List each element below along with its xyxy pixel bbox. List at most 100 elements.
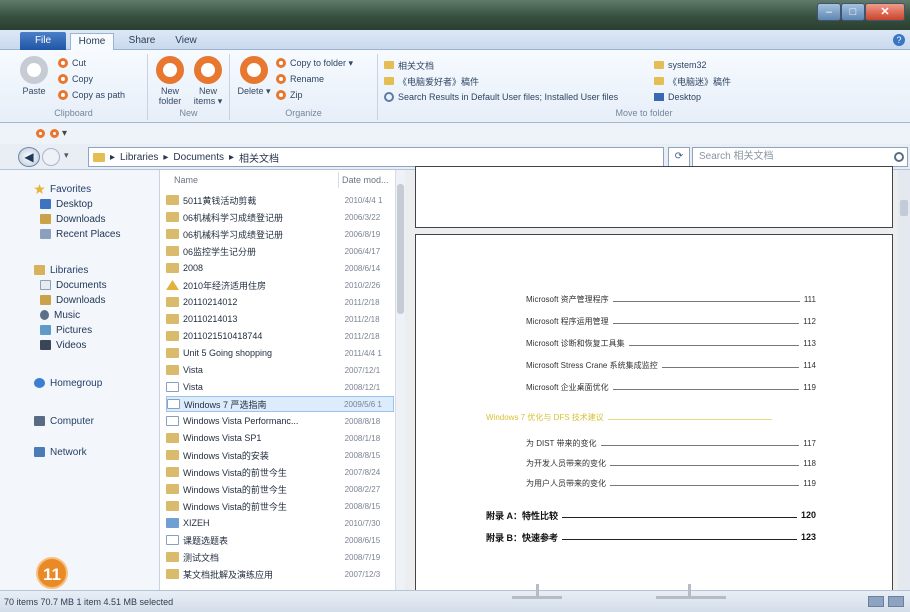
breadcrumb-documents[interactable]: Documents (173, 152, 224, 163)
close-button[interactable]: ✕ (865, 3, 905, 21)
tab-share[interactable]: Share (122, 33, 162, 51)
file-list-row[interactable]: Windows Vista Performanc... 2008/8/18 (166, 413, 394, 429)
move-target-2[interactable]: 《电脑爱好者》稿件 (384, 74, 479, 88)
toc-page-number: 123 (800, 532, 816, 542)
file-list-row[interactable]: Vista 2008/12/1 (166, 379, 394, 395)
nav-label: Downloads (56, 213, 106, 225)
copy-label: Copy (72, 74, 94, 84)
file-tab[interactable]: File (20, 32, 66, 50)
file-list-row[interactable]: 课题选题表 2008/6/15 (166, 532, 394, 548)
file-list-row[interactable]: 测试文档 2008/7/19 (166, 549, 394, 565)
move-target-3[interactable]: Search Results in Default User files; In… (384, 90, 618, 104)
move-target-1[interactable]: 相关文档 (384, 58, 434, 72)
document-icon (167, 399, 180, 409)
toc-entry-title: Windows 7 优化与 DFS 技术建议 (486, 412, 604, 422)
overlay-mark (688, 584, 691, 596)
file-list-row[interactable]: 2008 2008/6/14 (166, 260, 394, 276)
large-icons-view-icon[interactable] (888, 596, 904, 607)
move-target-6[interactable]: Desktop (654, 90, 701, 104)
preview-scrollbar[interactable] (898, 170, 910, 590)
copy-button[interactable]: Copy (58, 72, 93, 86)
move-target-5[interactable]: 《电脑迷》稿件 (654, 74, 731, 88)
nav-lib-downloads[interactable]: Downloads (40, 293, 105, 307)
recent-locations-icon[interactable]: ▾ (64, 150, 69, 161)
move-target-label: Desktop (668, 92, 702, 102)
file-list-row[interactable]: Windows 7 严选指南 2009/5/6 1 (166, 396, 394, 412)
nav-videos[interactable]: Videos (40, 338, 86, 352)
file-list-row[interactable]: Vista 2007/12/1 (166, 362, 394, 378)
file-list-row[interactable]: 某文档批解及演练应用 2007/12/3 (166, 566, 394, 582)
minimize-button[interactable]: – (817, 3, 841, 21)
zip-button[interactable]: Zip (276, 88, 303, 102)
cut-button[interactable]: Cut (58, 56, 86, 70)
help-icon[interactable]: ? (893, 34, 905, 46)
breadcrumb-libraries[interactable]: Libraries (120, 152, 158, 163)
refresh-button[interactable]: ⟳ (668, 147, 690, 167)
move-target-4[interactable]: system32 (654, 58, 707, 72)
nav-label: Pictures (56, 324, 93, 336)
file-list-row[interactable]: 5011黄钱活动剪裁 2010/4/4 1 (166, 192, 394, 208)
delete-button[interactable]: Delete ▾ (234, 56, 274, 104)
column-header-date[interactable]: Date mod... (342, 172, 389, 188)
nav-homegroup[interactable]: Homegroup (34, 376, 102, 390)
search-input[interactable]: Search 相关文档 (692, 147, 908, 167)
details-view-icon[interactable] (868, 596, 884, 607)
file-list-row[interactable]: Windows Vista的前世今生 2008/2/27 (166, 481, 394, 497)
new-items-button[interactable]: New items ▾ (188, 56, 228, 106)
forward-button[interactable] (42, 148, 60, 166)
file-list-row[interactable]: Windows Vista SP1 2008/1/18 (166, 430, 394, 446)
file-list-row[interactable]: Windows Vista的安装 2008/8/15 (166, 447, 394, 463)
nav-network[interactable]: Network (34, 445, 87, 459)
homegroup-icon (34, 378, 45, 388)
file-date: 2006/3/22 (344, 212, 381, 222)
nav-libraries[interactable]: Libraries (34, 263, 88, 277)
folder-icon (384, 61, 394, 69)
tab-view[interactable]: View (168, 33, 204, 51)
scrollbar-thumb[interactable] (397, 184, 404, 314)
paste-button[interactable]: Paste (14, 56, 54, 104)
file-list-row[interactable]: Windows Vista的前世今生 2007/8/24 (166, 464, 394, 480)
nav-documents[interactable]: Documents (40, 278, 107, 292)
scrollbar-thumb[interactable] (900, 200, 908, 216)
file-list-row[interactable]: 2011021510418744 2011/2/18 (166, 328, 394, 344)
folder-icon (166, 297, 179, 307)
nav-downloads[interactable]: Downloads (40, 212, 105, 226)
column-divider[interactable] (338, 172, 339, 188)
file-list-row[interactable]: Unit 5 Going shopping 2011/4/4 1 (166, 345, 394, 361)
maximize-button[interactable]: □ (841, 3, 865, 21)
search-icon[interactable] (894, 152, 904, 162)
nav-computer[interactable]: Computer (34, 414, 94, 428)
back-button[interactable]: ◀ (18, 147, 40, 167)
copy-as-path-button[interactable]: Copy as path (58, 88, 125, 102)
file-list-row[interactable]: 06监控学生记分册 2006/4/17 (166, 243, 394, 259)
copy-icon (58, 74, 68, 84)
file-list-row[interactable]: 06机械科学习成绩登记册 2006/3/22 (166, 209, 394, 225)
folder-icon (166, 433, 179, 443)
file-list-row[interactable]: Windows Vista的前世今生 2008/8/15 (166, 498, 394, 514)
address-bar[interactable]: ▸ Libraries ▸ Documents ▸ 相关文档 (88, 147, 664, 167)
file-list-row[interactable]: 20110214012 2011/2/18 (166, 294, 394, 310)
column-header-name[interactable]: Name (174, 172, 198, 188)
copy-to-folder-button[interactable]: Copy to folder ▾ (276, 56, 353, 70)
file-date: 2008/12/1 (344, 382, 381, 392)
breadcrumb-current-folder[interactable]: 相关文档 (239, 150, 279, 165)
nav-pictures[interactable]: Pictures (40, 323, 92, 337)
quick-access-button-1[interactable] (36, 129, 45, 138)
file-list-scrollbar[interactable] (395, 170, 405, 590)
nav-desktop[interactable]: Desktop (40, 197, 93, 211)
file-list-row[interactable]: 06机械科学习成绩登记册 2006/8/19 (166, 226, 394, 242)
file-list-row[interactable]: 2010年经济适用住房 2010/2/26 (166, 277, 394, 293)
file-list-row[interactable]: 20110214013 2011/2/18 (166, 311, 394, 327)
nav-label: Videos (56, 339, 87, 351)
nav-music[interactable]: Music (40, 308, 80, 322)
rename-button[interactable]: Rename (276, 72, 324, 86)
copy-as-path-icon (58, 90, 68, 100)
quick-access-dropdown-icon[interactable]: ▾ (62, 128, 67, 139)
file-list-row[interactable]: XIZEH 2010/7/30 (166, 515, 394, 531)
new-folder-button[interactable]: New folder (150, 56, 190, 106)
tab-home[interactable]: Home (70, 33, 114, 51)
file-name: Windows 7 严选指南 (184, 399, 267, 410)
quick-access-button-2[interactable] (50, 129, 59, 138)
nav-recent-places[interactable]: Recent Places (40, 227, 120, 241)
nav-favorites[interactable]: Favorites (34, 182, 91, 196)
